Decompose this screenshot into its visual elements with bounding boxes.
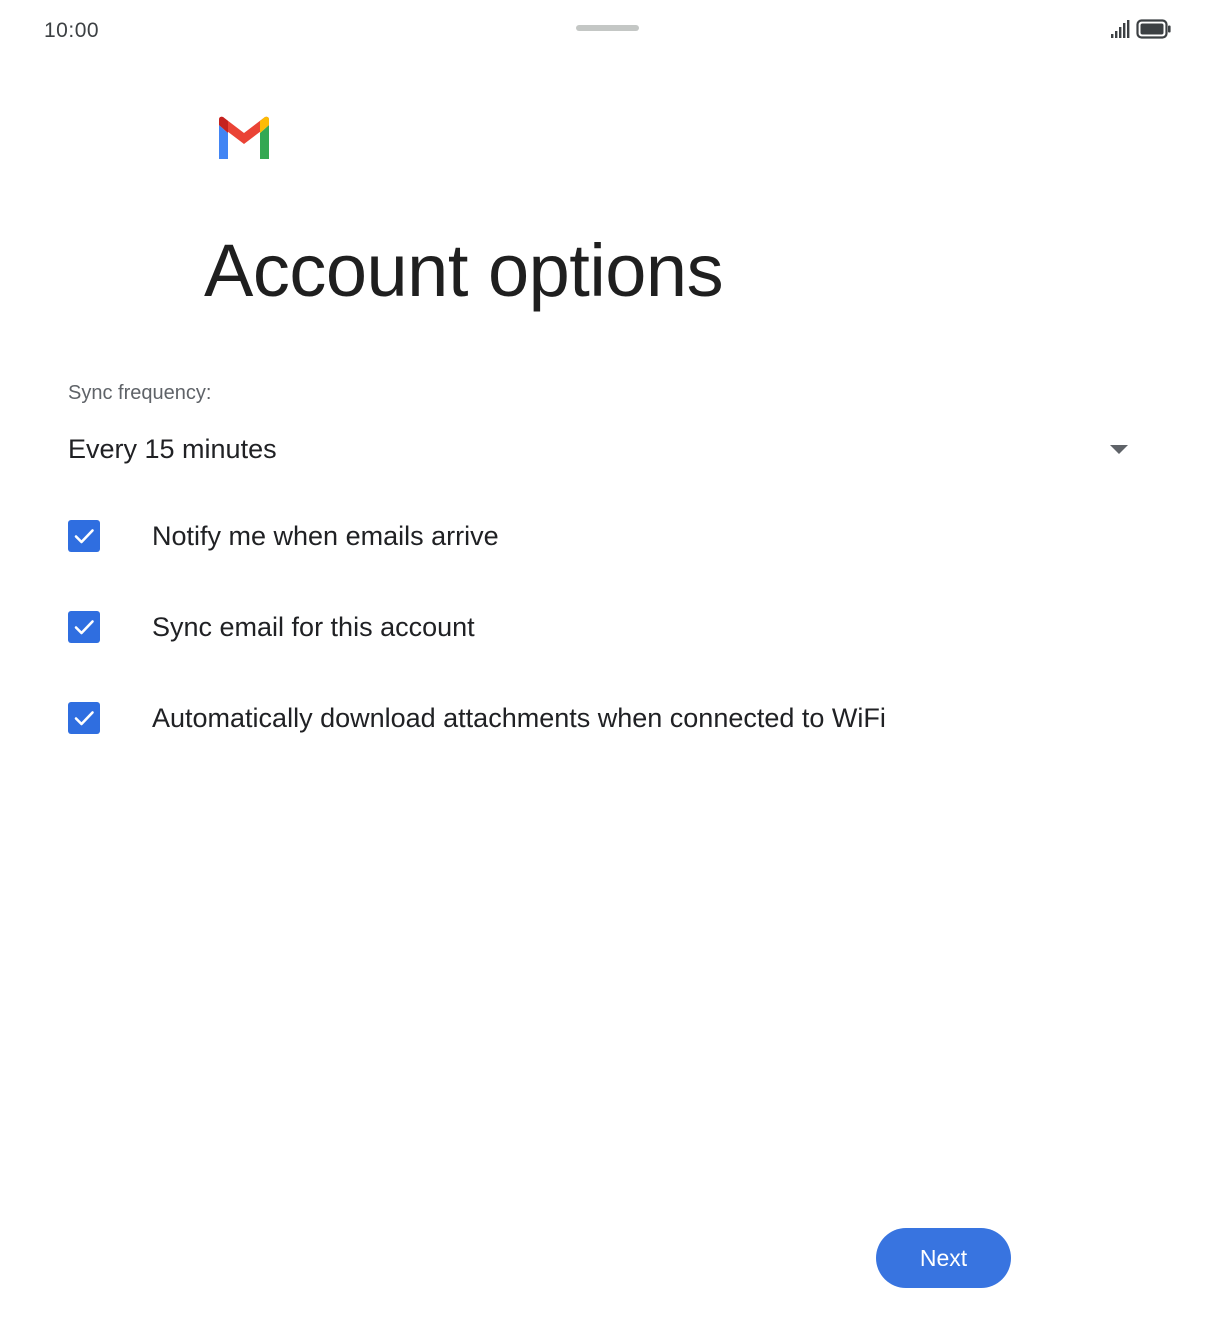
sync-frequency-label: Sync frequency: (68, 382, 212, 404)
notify-emails-label: Notify me when emails arrive (152, 520, 499, 551)
auto-download-option[interactable]: Automatically download attachments when … (68, 698, 886, 738)
sync-email-option[interactable]: Sync email for this account (68, 607, 475, 647)
chevron-down-icon (1110, 444, 1128, 454)
drag-handle[interactable] (576, 25, 639, 31)
status-time: 10:00 (44, 19, 100, 42)
page-title: Account options (204, 229, 724, 312)
checkmark-icon (74, 620, 94, 635)
checkmark-icon (74, 529, 94, 544)
next-button[interactable]: Next (876, 1228, 1011, 1288)
sync-frequency-value: Every 15 minutes (68, 433, 277, 464)
sync-email-checkbox[interactable] (68, 611, 100, 643)
gmail-logo-icon (215, 116, 273, 159)
status-icons (1110, 18, 1172, 44)
signal-icon (1110, 19, 1130, 43)
notify-emails-checkbox[interactable] (68, 520, 100, 552)
auto-download-label: Automatically download attachments when … (152, 702, 886, 733)
sync-frequency-dropdown[interactable]: Every 15 minutes (68, 424, 1130, 474)
checkmark-icon (74, 711, 94, 726)
status-bar: 10:00 (0, 0, 1214, 62)
battery-icon (1136, 18, 1172, 44)
sync-email-label: Sync email for this account (152, 611, 475, 642)
auto-download-checkbox[interactable] (68, 702, 100, 734)
notify-emails-option[interactable]: Notify me when emails arrive (68, 516, 499, 556)
